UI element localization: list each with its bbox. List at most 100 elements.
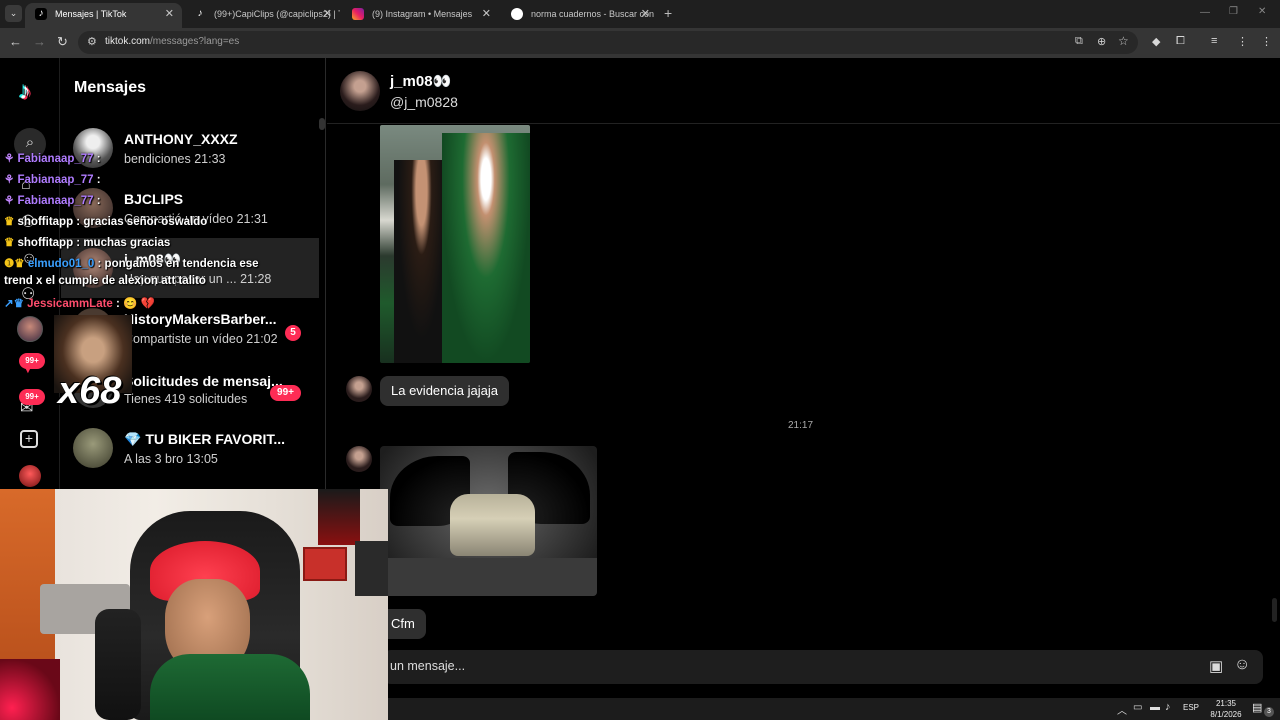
- new-tab-button[interactable]: +: [664, 5, 672, 21]
- media-control-icon[interactable]: ≡: [1211, 35, 1217, 47]
- address-bar[interactable]: ⚙ tiktok.com/messages?lang=es ⧉ ⊕ ☆: [78, 31, 1138, 54]
- profile-avatar[interactable]: [19, 465, 41, 487]
- back-icon[interactable]: ←: [9, 34, 22, 49]
- profile-icon[interactable]: ⋮: [1237, 35, 1248, 48]
- chat-message: :: [96, 153, 101, 165]
- conversation-item[interactable]: BJCLIPS Compartió un vídeo 21:31: [61, 178, 321, 238]
- chat-avatar[interactable]: [340, 71, 380, 111]
- conversation-preview: bendiciones 21:33: [124, 152, 226, 166]
- message-avatar[interactable]: [346, 446, 372, 472]
- page-title: Mensajes: [74, 79, 147, 96]
- stream-chat-line: ⚘ Fabianaap_77 :: [4, 172, 101, 186]
- photo-person-right: [442, 133, 530, 363]
- inbox-badge: 99+: [19, 389, 45, 405]
- road-shape: [380, 558, 597, 596]
- tab-tiktok-messages[interactable]: ♪ Mensajes | TikTok ✕: [25, 3, 182, 28]
- install-app-icon[interactable]: ⧉: [1075, 35, 1083, 48]
- chat-username: Fabianaap_77: [17, 174, 94, 186]
- conversation-name: HistoryMakersBarber...: [124, 311, 277, 327]
- crown-badge-icon: ♛: [4, 237, 15, 249]
- google-favicon-icon: [511, 8, 523, 20]
- maximize-icon[interactable]: ❐: [1229, 6, 1238, 17]
- conversation-preview: Compartiste un vídeo 21:02: [124, 332, 278, 346]
- site-info-icon[interactable]: ⚙: [87, 35, 97, 48]
- forward-icon[interactable]: →: [33, 34, 46, 49]
- verified-badge-icon: ↗♛: [4, 298, 24, 310]
- tiktok-logo-icon[interactable]: ♪: [19, 78, 31, 106]
- shared-image-car[interactable]: [380, 446, 597, 596]
- network-tray-icon[interactable]: ▭: [1133, 702, 1142, 713]
- tab-instagram[interactable]: (9) Instagram • Mensajes ✕: [342, 3, 499, 28]
- chat-scrollbar[interactable]: [1272, 598, 1277, 622]
- webcam-poster-2: [355, 541, 388, 596]
- conversation-preview: A las 3 bro 13:05: [124, 452, 218, 466]
- url-text: tiktok.com/messages?lang=es: [105, 36, 239, 47]
- tab-title: norma cuadernos - Buscar con: [531, 9, 655, 19]
- tab-capiclips[interactable]: ♪ (99+)CapiClips (@capiclips2) | T ✕: [184, 3, 341, 28]
- conversation-name: BJCLIPS: [124, 191, 184, 207]
- notification-icon[interactable]: ▤: [1252, 701, 1262, 714]
- stream-chat-line: ♛ shoffitapp : gracias señor oswaldo: [4, 214, 207, 228]
- clock[interactable]: 21:35 8/1/2026: [1206, 698, 1246, 720]
- image-upload-icon[interactable]: ▣: [1209, 657, 1223, 675]
- conversation-preview: Tienes 419 solicitudes: [124, 392, 248, 406]
- chat-message: : 😊 💔: [116, 298, 155, 310]
- url-host: tiktok.com: [105, 36, 151, 47]
- chat-message: : gracias señor oswaldo: [76, 216, 208, 228]
- emoji-icon[interactable]: ☺: [1234, 656, 1250, 674]
- webcam-poster: [318, 489, 360, 545]
- message-avatar[interactable]: [346, 376, 372, 402]
- requests-badge: 99+: [270, 385, 301, 401]
- stream-chat-line: ❶♛ elmudo01_0 : pongamos en tendencia es…: [4, 256, 259, 270]
- conversation-item[interactable]: ANTHONY_XXXZ bendiciones 21:33: [61, 118, 321, 178]
- chat-message: trend x el cumple de alexion att talito: [4, 275, 206, 287]
- chat-message: : muchas gracias: [76, 237, 171, 249]
- close-window-icon[interactable]: ✕: [1258, 6, 1266, 17]
- chat-message: :: [96, 195, 101, 207]
- chat-message: : pongamos en tendencia ese: [97, 258, 259, 270]
- tray-expand-icon[interactable]: ︿: [1117, 702, 1127, 717]
- message-input[interactable]: un mensaje...: [390, 659, 465, 673]
- chat-username: Fabianaap_77: [17, 153, 94, 165]
- message-timestamp: 21:17: [788, 420, 814, 431]
- car-shape: [450, 494, 535, 556]
- close-tab-icon[interactable]: ✕: [641, 3, 650, 25]
- extensions-puzzle-icon[interactable]: ⧠: [1176, 35, 1185, 48]
- volume-tray-icon[interactable]: ♪: [1165, 701, 1171, 713]
- shared-photo[interactable]: [380, 125, 530, 363]
- tab-search-button[interactable]: ⌄: [5, 5, 22, 22]
- chat-header: j_m08👀 @j_m0828: [327, 58, 1280, 124]
- chat-badge-icon: ⚘: [4, 195, 15, 207]
- zoom-icon[interactable]: ⊕: [1097, 35, 1106, 48]
- conversation-item[interactable]: 💎 TU BIKER FAVORIT... A las 3 bro 13:05: [61, 418, 321, 478]
- chat-name[interactable]: j_m08👀: [390, 72, 451, 90]
- message-composer[interactable]: un mensaje... ▣ ☺: [383, 650, 1263, 684]
- language-indicator[interactable]: ESP: [1183, 703, 1199, 712]
- chat-username: JessicammLate: [27, 298, 113, 310]
- stream-chat-line: ♛ shoffitapp : muchas gracias: [4, 235, 170, 249]
- reload-icon[interactable]: ↻: [57, 34, 68, 50]
- unread-badge: 5: [285, 325, 301, 341]
- tiktok-favicon-icon: ♪: [197, 8, 203, 19]
- extension-diamond-icon[interactable]: ◆: [1152, 35, 1160, 48]
- webcam-microphone: [95, 609, 141, 720]
- tab-title: (9) Instagram • Mensajes: [372, 9, 473, 19]
- chat-username: shoffitapp: [17, 216, 74, 228]
- close-tab-icon[interactable]: ✕: [165, 3, 174, 25]
- instagram-favicon-icon: [352, 8, 364, 20]
- webcam-led-light: [0, 659, 60, 720]
- avatar: [73, 428, 113, 468]
- live-avatar[interactable]: [17, 316, 43, 342]
- close-tab-icon[interactable]: ✕: [482, 3, 491, 25]
- battery-tray-icon[interactable]: ▬: [1150, 702, 1160, 713]
- menu-icon[interactable]: ⋮: [1261, 35, 1272, 48]
- minimize-icon[interactable]: —: [1200, 7, 1210, 18]
- message-bubble[interactable]: La evidencia jajaja: [380, 376, 509, 406]
- webcam-frame-red: [303, 547, 347, 581]
- tab-title: Mensajes | TikTok: [55, 9, 127, 19]
- bookmark-star-icon[interactable]: ☆: [1118, 34, 1129, 48]
- upload-icon[interactable]: +: [20, 430, 38, 448]
- tab-google-search[interactable]: norma cuadernos - Buscar con ✕: [501, 3, 658, 28]
- close-tab-icon[interactable]: ✕: [323, 3, 332, 25]
- chat-username: shoffitapp: [17, 237, 74, 249]
